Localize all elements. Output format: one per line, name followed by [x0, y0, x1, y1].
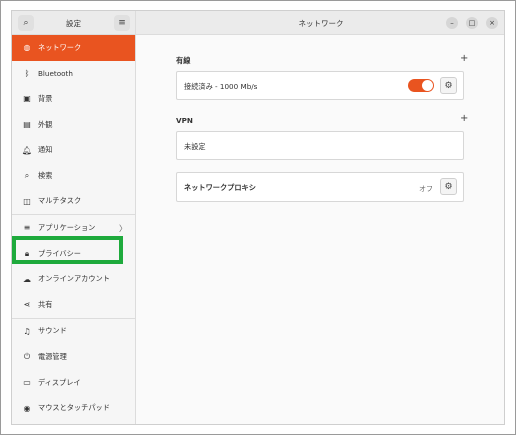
minimize-button[interactable]: –	[446, 17, 458, 29]
sidebar-item-label: 背景	[38, 93, 53, 103]
sidebar-item-label: ディスプレイ	[38, 377, 81, 387]
maximize-button[interactable]: □	[466, 17, 478, 29]
sidebar-item-label: 通知	[38, 145, 53, 155]
close-button[interactable]: ×	[486, 17, 498, 29]
sidebar: ⌕ 設定 ≡ ◍ ネットワーク ᛒ Bluetooth ▣ 背景 ▤ 外観 🔔︎ 通知 ⌕ 検索 ◫ マル…	[12, 11, 136, 424]
sidebar-item-label: アプリケーション	[38, 222, 96, 232]
sidebar-item-label: 電源管理	[38, 351, 67, 361]
chevron-right-icon: 〉	[119, 224, 127, 234]
display-icon: ▭	[23, 378, 31, 388]
sidebar-item-label: サウンド	[38, 326, 67, 336]
network-icon: ◍	[23, 43, 31, 53]
vpn-status-text: 未設定	[184, 142, 206, 151]
sidebar-item[interactable]: ▭ ディスプレイ	[12, 370, 135, 396]
wired-connection-row: 接続済み - 1000 Mb/s ⚙	[176, 71, 464, 100]
sidebar-item-label: 検索	[38, 170, 53, 180]
sidebar-item[interactable]: ☁ オンラインアカウント	[12, 266, 135, 292]
sidebar-item[interactable]: ⌕ 検索	[12, 163, 135, 189]
sidebar-item-label: マウスとタッチパッド	[38, 403, 110, 413]
sidebar-item[interactable]: ▤ 外観	[12, 112, 135, 138]
sidebar-item[interactable]: ◫ マルチタスク	[12, 189, 135, 215]
mouse-icon: ◉	[23, 403, 31, 413]
sidebar-item[interactable]: ⏻ 電源管理	[12, 344, 135, 370]
sidebar-item[interactable]: ⋖ 共有	[12, 292, 135, 318]
sidebar-item-label: 共有	[38, 299, 53, 309]
wired-connection-status: 接続済み - 1000 Mb/s	[184, 82, 258, 91]
main-header: ネットワーク – □ ×	[136, 11, 504, 35]
vpn-section-label: VPN	[176, 116, 193, 125]
network-proxy-row[interactable]: ネットワークプロキシ オフ ⚙	[176, 172, 464, 202]
vpn-row: 未設定	[176, 131, 464, 160]
hamburger-menu-icon[interactable]: ≡	[114, 15, 130, 31]
sidebar-item-label: Bluetooth	[38, 68, 73, 78]
privacy-highlight-box	[12, 236, 123, 264]
search-icon: ⌕	[24, 170, 30, 180]
bell-icon: 🔔︎	[21, 145, 33, 155]
sidebar-item[interactable]: ♫ サウンド	[12, 319, 135, 345]
apps-icon: ≡	[23, 223, 31, 233]
sidebar-item-label: ネットワーク	[38, 42, 82, 52]
sidebar-item[interactable]: 🔔︎ 通知	[12, 137, 135, 163]
wired-settings-gear-icon[interactable]: ⚙	[440, 77, 457, 94]
sidebar-item-label: 外観	[38, 119, 53, 129]
main-panel: ネットワーク – □ × 有線 + 接続済み - 1000 Mb/s ⚙ VPN…	[136, 11, 504, 424]
music-note-icon: ♫	[23, 326, 31, 336]
add-wired-button[interactable]: +	[460, 53, 468, 64]
multitasking-icon: ◫	[23, 196, 31, 206]
sidebar-item[interactable]: ◉ マウスとタッチパッド	[12, 395, 135, 421]
sidebar-item-label: オンラインアカウント	[38, 274, 110, 284]
bluetooth-icon: ᛒ	[24, 68, 30, 78]
wired-toggle-switch[interactable]	[408, 79, 434, 92]
cloud-icon: ☁	[23, 274, 31, 284]
share-icon: ⋖	[23, 300, 31, 310]
sidebar-item[interactable]: ◍ ネットワーク	[12, 35, 135, 61]
network-proxy-gear-icon[interactable]: ⚙	[440, 178, 457, 195]
wired-section-label: 有線	[176, 56, 191, 65]
sidebar-nav: ◍ ネットワーク ᛒ Bluetooth ▣ 背景 ▤ 外観 🔔︎ 通知 ⌕ 検索 ◫ マルチタスク ≡ アプ…	[12, 35, 135, 421]
toggle-knob	[422, 80, 433, 91]
network-proxy-label: ネットワークプロキシ	[184, 183, 256, 192]
add-vpn-button[interactable]: +	[460, 113, 468, 124]
network-proxy-status: オフ	[419, 185, 433, 193]
sidebar-header: ⌕ 設定 ≡	[12, 11, 135, 35]
power-icon: ⏻	[23, 351, 31, 361]
settings-window: ⌕ 設定 ≡ ◍ ネットワーク ᛒ Bluetooth ▣ 背景 ▤ 外観 🔔︎ 通知 ⌕ 検索 ◫ マル…	[11, 10, 505, 425]
sidebar-item-label: マルチタスク	[38, 196, 82, 206]
sidebar-item[interactable]: ▣ 背景	[12, 86, 135, 112]
background-icon: ▣	[23, 94, 31, 104]
appearance-icon: ▤	[23, 120, 31, 130]
sidebar-item[interactable]: ᛒ Bluetooth	[12, 61, 135, 87]
